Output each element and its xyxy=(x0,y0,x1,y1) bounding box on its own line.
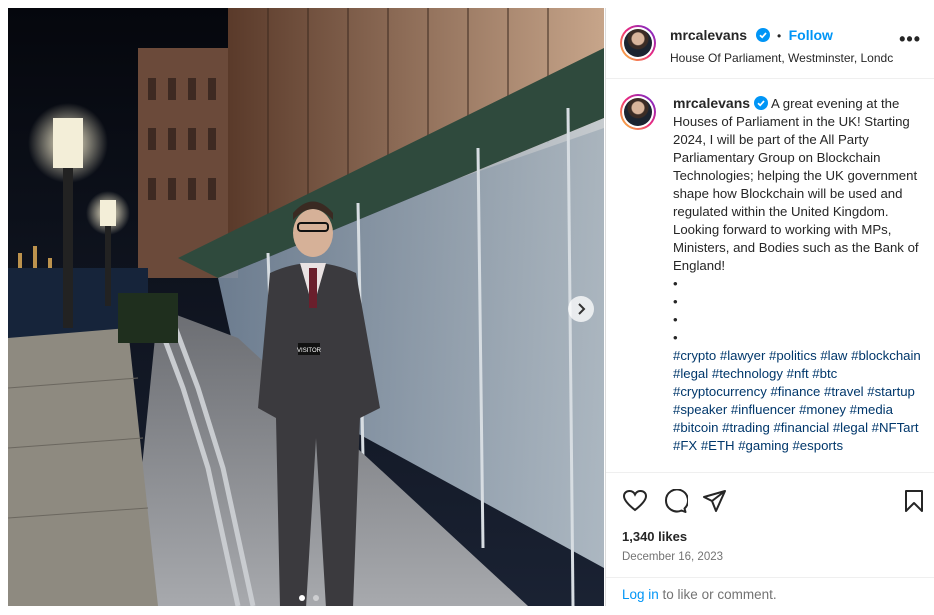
caption-avatar[interactable] xyxy=(620,94,656,130)
visitor-badge-text: VISITOR xyxy=(297,348,322,354)
verified-icon xyxy=(755,28,770,42)
header-text: mrcalevans • Follow House Of Parliament,… xyxy=(670,27,900,65)
bookmark-icon xyxy=(905,490,923,512)
caption-bullet: • xyxy=(673,330,678,345)
avatar[interactable] xyxy=(620,25,656,61)
post-date: December 16, 2023 xyxy=(622,551,724,563)
caption-username[interactable]: mrcalevans xyxy=(673,95,750,111)
header-separator: • xyxy=(776,29,782,43)
more-options-icon[interactable]: ••• xyxy=(899,30,921,48)
header-username[interactable]: mrcalevans xyxy=(670,27,747,43)
post-sidebar: mrcalevans • Follow House Of Parliament,… xyxy=(605,8,934,606)
follow-button[interactable]: Follow xyxy=(789,27,833,43)
post-header: mrcalevans • Follow House Of Parliament,… xyxy=(606,8,934,79)
post-modal: VISITOR mrcalevans • Follow House Of Par… xyxy=(0,0,934,615)
caption-text: A great evening at the Houses of Parliam… xyxy=(673,96,919,273)
location-link[interactable]: House Of Parliament, Westminster, Londc xyxy=(670,51,894,65)
next-slide-button[interactable] xyxy=(568,296,594,322)
caption-bullet: • xyxy=(673,276,678,291)
photo-scene: VISITOR xyxy=(8,8,604,606)
verified-icon xyxy=(754,96,769,110)
post-photo[interactable]: VISITOR xyxy=(8,8,604,606)
login-prompt: Log in to like or comment. xyxy=(606,577,934,608)
login-link[interactable]: Log in xyxy=(622,587,659,602)
like-button[interactable] xyxy=(622,489,648,518)
caption-body: mrcalevans A great evening at the Houses… xyxy=(673,94,921,455)
caption-area: mrcalevans A great evening at the Houses… xyxy=(606,80,934,472)
comment-button[interactable] xyxy=(662,488,689,518)
chevron-right-icon xyxy=(578,303,586,315)
like-count[interactable]: 1,340 likes xyxy=(622,529,687,544)
share-button[interactable] xyxy=(702,489,728,518)
carousel-indicator xyxy=(297,588,321,606)
caption-bullet: • xyxy=(673,294,678,309)
caption-bullet: • xyxy=(673,312,678,327)
carousel-dot-2 xyxy=(313,595,320,601)
share-icon xyxy=(703,490,726,512)
caption-hashtags[interactable]: #crypto #lawyer #politics #law #blockcha… xyxy=(673,348,921,453)
heart-icon xyxy=(622,489,648,512)
login-prompt-text: to like or comment. xyxy=(658,587,777,602)
comment-icon xyxy=(664,488,689,513)
save-button[interactable] xyxy=(904,489,924,518)
carousel-dot-1 xyxy=(299,595,305,601)
action-bar: 1,340 likes December 16, 2023 Log in to … xyxy=(606,472,934,607)
